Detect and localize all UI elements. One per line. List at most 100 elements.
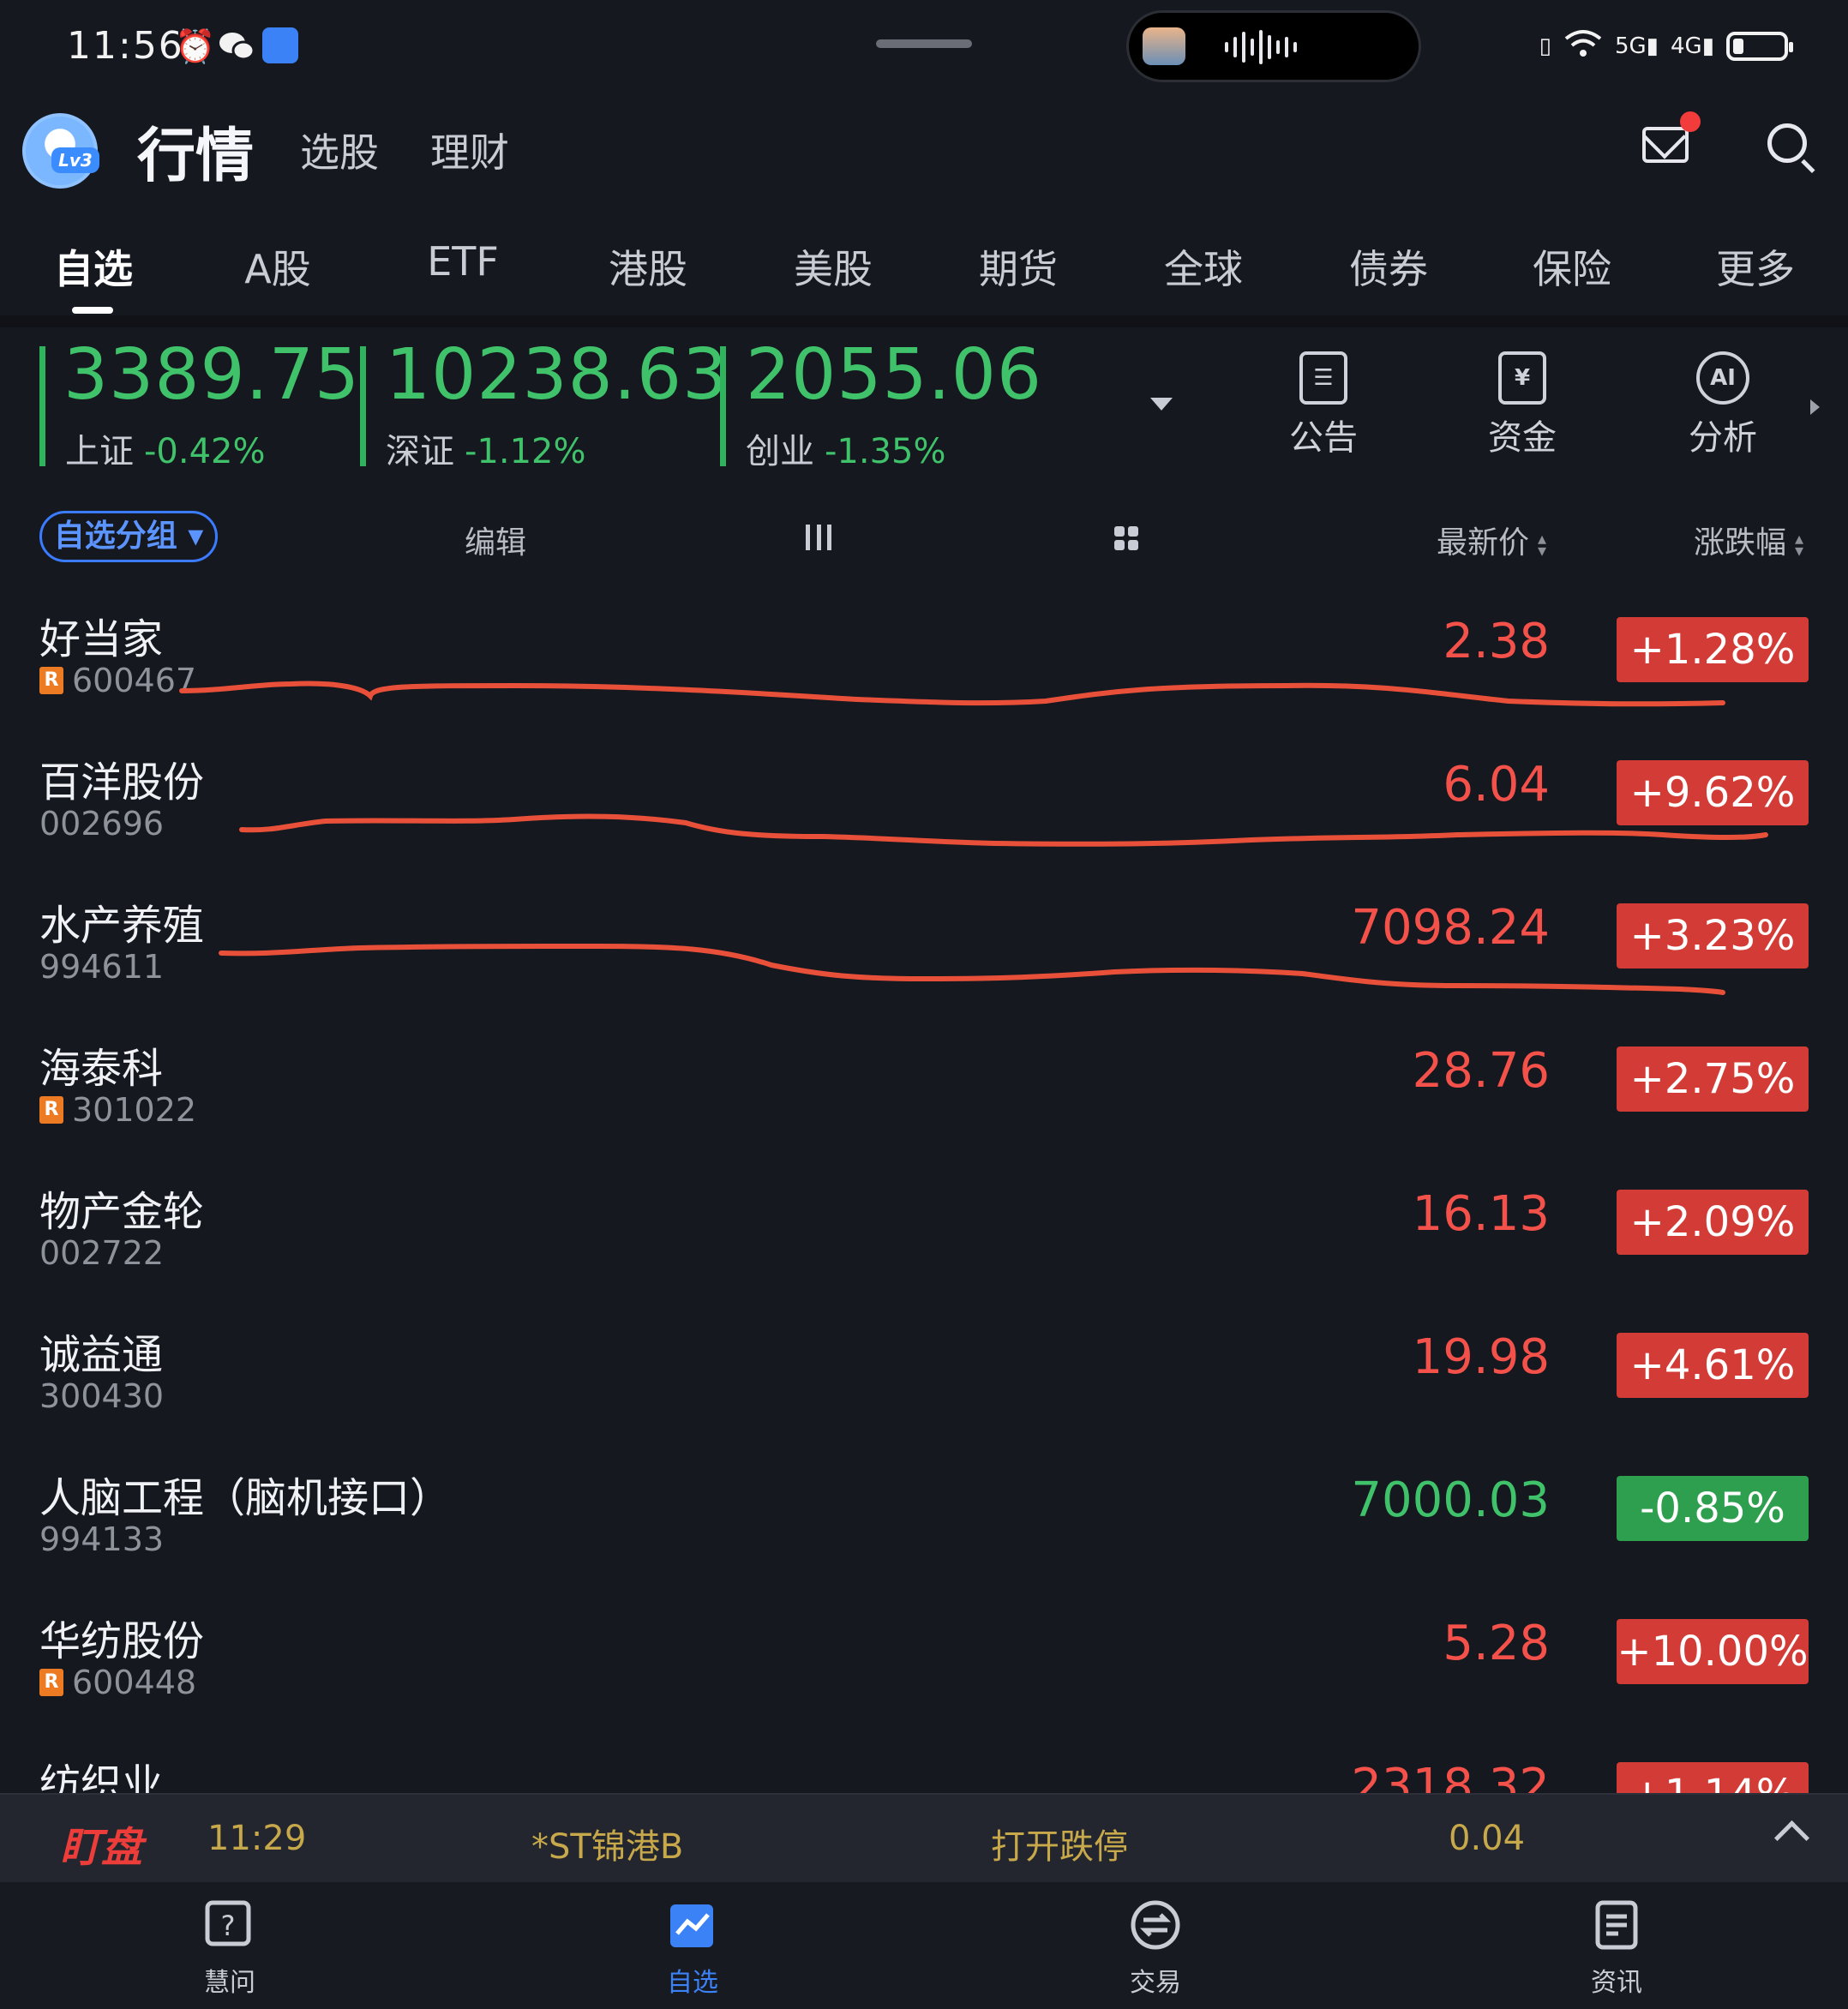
index-bar bbox=[39, 346, 45, 466]
tab-hk-stocks[interactable]: 港股 bbox=[609, 238, 687, 295]
stock-price: 16.13 bbox=[1412, 1186, 1550, 1242]
tab-futures[interactable]: 期货 bbox=[979, 238, 1058, 295]
annotation-stroke bbox=[179, 681, 1725, 707]
grid-view-icon[interactable] bbox=[1114, 526, 1138, 550]
nav-news[interactable]: 资讯 bbox=[1548, 1898, 1685, 1999]
media-thumbnail bbox=[1143, 27, 1185, 65]
dynamic-island[interactable] bbox=[1126, 10, 1421, 82]
page-title[interactable]: 行情 bbox=[137, 108, 254, 193]
wechat-icon bbox=[218, 29, 255, 63]
level-badge: Lv3 bbox=[51, 147, 99, 173]
stock-code: 994133 bbox=[39, 1520, 164, 1558]
watchlist-group-dropdown[interactable]: 自选分组 ▾ bbox=[39, 511, 218, 562]
mail-icon[interactable] bbox=[1642, 127, 1689, 163]
tab-insurance[interactable]: 保险 bbox=[1533, 238, 1611, 295]
nav-ask[interactable]: ? 慧问 bbox=[161, 1898, 298, 1999]
announcement-button[interactable]: ☰ 公告 bbox=[1263, 351, 1383, 459]
stock-name[interactable]: 百洋股份 bbox=[39, 748, 204, 808]
announcement-label: 公告 bbox=[1289, 418, 1358, 458]
watch-logo: 盯盘 bbox=[60, 1824, 143, 1872]
stock-code: R 600467 bbox=[39, 662, 196, 699]
stock-name[interactable]: 华纺股份 bbox=[39, 1607, 204, 1667]
notification-dot bbox=[1680, 111, 1701, 132]
funds-icon: ¥ bbox=[1498, 351, 1546, 405]
tab-bonds[interactable]: 债券 bbox=[1349, 238, 1428, 295]
stock-code: 002722 bbox=[39, 1234, 164, 1272]
tab-more[interactable]: 更多 bbox=[1716, 238, 1795, 295]
index-label-shenzhen: 深证 -1.12% bbox=[386, 432, 586, 471]
stock-price: 19.98 bbox=[1412, 1329, 1550, 1385]
nav-watchlist[interactable]: 自选 bbox=[624, 1898, 761, 1999]
index-value-shanghai[interactable]: 3389.75 bbox=[63, 334, 360, 416]
stock-change-badge[interactable]: +1.28% bbox=[1617, 617, 1809, 682]
stock-change-badge[interactable]: +3.23% bbox=[1617, 903, 1809, 969]
stock-price: 5.28 bbox=[1443, 1616, 1550, 1671]
stock-code-text: 994133 bbox=[39, 1520, 165, 1558]
edit-button[interactable]: 编辑 bbox=[465, 518, 526, 562]
index-bar bbox=[360, 346, 366, 466]
battery-icon bbox=[1726, 32, 1793, 61]
stock-price: 28.76 bbox=[1412, 1043, 1550, 1099]
signal-5g-icon: 5G▮ bbox=[1614, 33, 1659, 59]
index-value-shenzhen[interactable]: 10238.63 bbox=[386, 334, 728, 416]
tab-global[interactable]: 全球 bbox=[1164, 238, 1243, 295]
stock-change-badge[interactable]: +9.62% bbox=[1617, 760, 1809, 825]
stock-change-badge[interactable]: +4.61% bbox=[1617, 1333, 1809, 1398]
nav-trade[interactable]: 交易 bbox=[1087, 1898, 1224, 1999]
stock-change-badge[interactable]: +10.00% bbox=[1617, 1619, 1809, 1684]
announcement-icon: ☰ bbox=[1299, 351, 1347, 405]
stock-name[interactable]: 海泰科 bbox=[39, 1034, 163, 1094]
sort-latest-price[interactable]: 最新价 ▴ ▾ bbox=[1437, 518, 1546, 562]
window-handle[interactable] bbox=[876, 39, 972, 48]
stock-price: 6.04 bbox=[1443, 757, 1550, 813]
status-time: 11:56 bbox=[67, 24, 184, 68]
tab-us-stocks[interactable]: 美股 bbox=[794, 238, 873, 295]
tab-wealth[interactable]: 理财 bbox=[430, 122, 509, 178]
stock-price: 7098.24 bbox=[1351, 900, 1550, 956]
funds-button[interactable]: ¥ 资金 bbox=[1462, 351, 1582, 459]
stock-code-text: 301022 bbox=[72, 1091, 197, 1129]
tab-etf[interactable]: ETF bbox=[427, 238, 499, 285]
tab-a-shares[interactable]: A股 bbox=[244, 238, 310, 295]
funds-label: 资金 bbox=[1488, 418, 1557, 458]
honor-app-icon bbox=[262, 27, 298, 63]
handwritten-annotations bbox=[179, 681, 1768, 995]
stock-name[interactable]: 诚益通 bbox=[39, 1321, 163, 1381]
stock-name[interactable]: 人脑工程（脑机接口） bbox=[39, 1464, 451, 1524]
ai-analysis-button[interactable]: AI 分析 bbox=[1663, 351, 1783, 459]
chevron-right-icon[interactable] bbox=[1810, 399, 1820, 415]
audio-wave-icon bbox=[1225, 30, 1297, 64]
stock-change-badge[interactable]: -0.85% bbox=[1617, 1476, 1809, 1541]
tab-stock-picker[interactable]: 选股 bbox=[300, 122, 379, 178]
watchlist-icon bbox=[670, 1904, 713, 1947]
stock-name[interactable]: 好当家 bbox=[39, 605, 163, 665]
search-icon[interactable] bbox=[1767, 123, 1807, 163]
sort-change-pct[interactable]: 涨跌幅 ▴ ▾ bbox=[1694, 518, 1803, 562]
sort-icon: ▴ ▾ bbox=[1538, 528, 1547, 561]
chevron-down-icon[interactable] bbox=[1150, 398, 1173, 411]
stock-name[interactable]: 物产金轮 bbox=[39, 1178, 204, 1238]
column-view-icon[interactable] bbox=[806, 525, 831, 550]
margin-badge: R bbox=[39, 667, 63, 694]
index-value-chinext[interactable]: 2055.06 bbox=[746, 334, 1042, 416]
index-label-shanghai: 上证 -0.42% bbox=[65, 432, 266, 471]
stock-code: 002696 bbox=[39, 805, 164, 843]
stock-code-text: 994611 bbox=[39, 948, 165, 986]
stock-price: 7000.03 bbox=[1351, 1472, 1550, 1528]
tab-watchlist[interactable]: 自选 bbox=[54, 238, 133, 295]
ticker-stock[interactable]: *ST锦港B bbox=[531, 1819, 683, 1868]
stock-change-badge[interactable]: +2.75% bbox=[1617, 1046, 1809, 1112]
stock-code-text: 002696 bbox=[39, 805, 165, 843]
index-bar bbox=[720, 346, 726, 466]
ask-icon: ? bbox=[205, 1900, 251, 1946]
stock-code-text: 002722 bbox=[39, 1234, 165, 1272]
sort-icon: ▴ ▾ bbox=[1795, 528, 1804, 561]
ticker-event: 打开跌停 bbox=[991, 1827, 1128, 1867]
stock-name[interactable]: 水产养殖 bbox=[39, 891, 204, 951]
margin-badge: R bbox=[39, 1096, 63, 1124]
index-label-chinext: 创业 -1.35% bbox=[746, 432, 946, 471]
signal-4g-icon: 4G▮ bbox=[1670, 33, 1714, 59]
stock-change-badge[interactable]: +2.09% bbox=[1617, 1190, 1809, 1255]
svg-text:?: ? bbox=[221, 1910, 236, 1942]
stock-code-text: 600448 bbox=[72, 1664, 197, 1701]
